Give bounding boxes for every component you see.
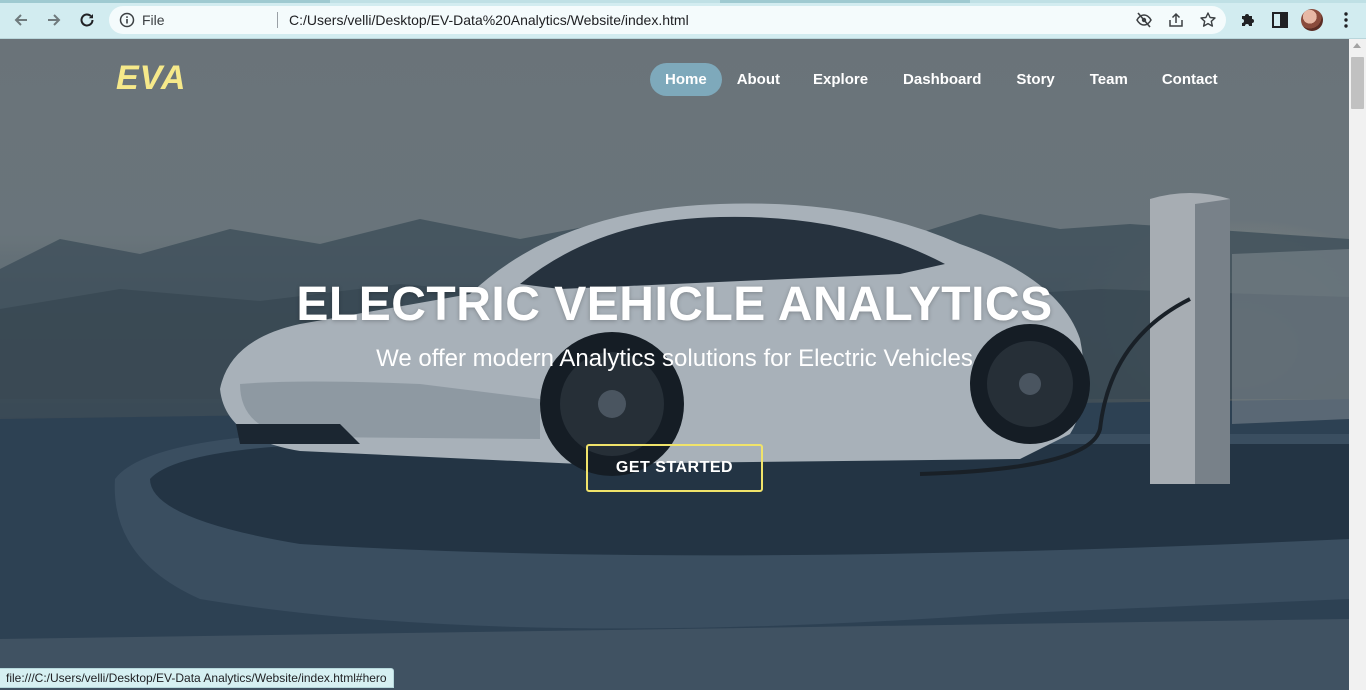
browser-toolbar: File C:/Users/velli/Desktop/EV-Data%20An… <box>0 0 1366 39</box>
forward-button[interactable] <box>42 8 66 32</box>
page-viewport: EVA Home About Explore Dashboard Story T… <box>0 39 1349 690</box>
nav-home[interactable]: Home <box>650 63 722 96</box>
site-header: EVA Home About Explore Dashboard Story T… <box>0 39 1349 119</box>
reload-button[interactable] <box>75 8 99 32</box>
scroll-up-arrow-icon[interactable] <box>1353 43 1361 48</box>
scheme-label: File <box>142 12 165 28</box>
kebab-menu-icon[interactable] <box>1336 10 1356 30</box>
profile-avatar[interactable] <box>1301 9 1323 31</box>
main-nav: Home About Explore Dashboard Story Team … <box>650 63 1235 96</box>
nav-about[interactable]: About <box>722 63 795 96</box>
nav-explore[interactable]: Explore <box>795 63 886 96</box>
reload-icon <box>80 13 94 27</box>
url-text[interactable]: C:/Users/velli/Desktop/EV-Data%20Analyti… <box>289 12 689 28</box>
nav-dashboard[interactable]: Dashboard <box>886 63 998 96</box>
arrow-left-icon <box>14 14 27 26</box>
nav-story[interactable]: Story <box>998 63 1072 96</box>
info-icon[interactable] <box>119 12 135 28</box>
side-panel-icon[interactable] <box>1270 10 1290 30</box>
back-button[interactable] <box>9 8 33 32</box>
scrollbar-thumb[interactable] <box>1351 57 1364 109</box>
status-bar-url: file:///C:/Users/velli/Desktop/EV-Data A… <box>0 668 394 688</box>
tab-strip <box>0 0 1366 3</box>
hero-title: ELECTRIC VEHICLE ANALYTICS <box>296 278 1053 331</box>
share-icon[interactable] <box>1167 11 1185 29</box>
star-icon[interactable] <box>1199 11 1217 29</box>
hero-subtitle: We offer modern Analytics solutions for … <box>376 345 973 372</box>
arrow-right-icon <box>48 14 61 26</box>
page-scrollbar[interactable] <box>1349 39 1366 690</box>
eye-off-icon[interactable] <box>1135 11 1153 29</box>
address-bar[interactable]: File C:/Users/velli/Desktop/EV-Data%20An… <box>109 6 1226 34</box>
site-logo[interactable]: EVA <box>116 59 186 98</box>
nav-team[interactable]: Team <box>1073 63 1145 96</box>
get-started-button[interactable]: GET STARTED <box>586 444 763 492</box>
omnibox-divider <box>277 12 278 28</box>
puzzle-icon[interactable] <box>1238 10 1258 30</box>
nav-contact[interactable]: Contact <box>1145 63 1235 96</box>
